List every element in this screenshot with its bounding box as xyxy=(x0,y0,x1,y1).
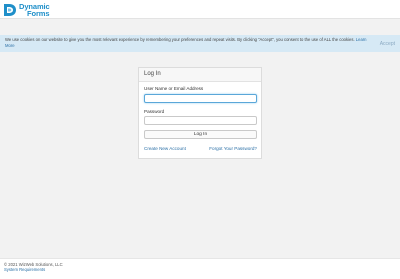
username-label: User Name or Email Address xyxy=(144,86,204,91)
cookie-accept-button[interactable]: Accept xyxy=(380,41,395,47)
cookie-banner: We use cookies on our website to give yo… xyxy=(0,35,400,52)
password-label: Password xyxy=(144,109,165,114)
username-input[interactable] xyxy=(144,94,257,103)
login-panel: Log In User Name or Email Address Passwo… xyxy=(138,67,262,159)
forgot-password-link[interactable]: Forgot Your Password? xyxy=(209,146,257,151)
login-button[interactable]: Log In xyxy=(144,130,257,139)
login-panel-header: Log In xyxy=(139,68,261,82)
dynamic-forms-logo[interactable]: Dynamic Forms xyxy=(3,2,50,18)
cookie-text: We use cookies on our website to give yo… xyxy=(5,37,355,42)
site-footer: © 2021 WizWeb Solutions, LLC System Requ… xyxy=(0,258,400,279)
logo-icon xyxy=(4,4,16,16)
system-requirements-link[interactable]: System Requirements xyxy=(4,267,45,272)
password-input[interactable] xyxy=(144,116,257,125)
create-account-link[interactable]: Create New Account xyxy=(144,146,186,151)
site-header: Dynamic Forms xyxy=(0,0,400,19)
logo-line-2: Forms xyxy=(27,9,50,18)
logo-text: Dynamic Forms xyxy=(19,3,50,18)
cookie-message: We use cookies on our website to give yo… xyxy=(5,37,375,49)
login-title: Log In xyxy=(144,71,161,77)
